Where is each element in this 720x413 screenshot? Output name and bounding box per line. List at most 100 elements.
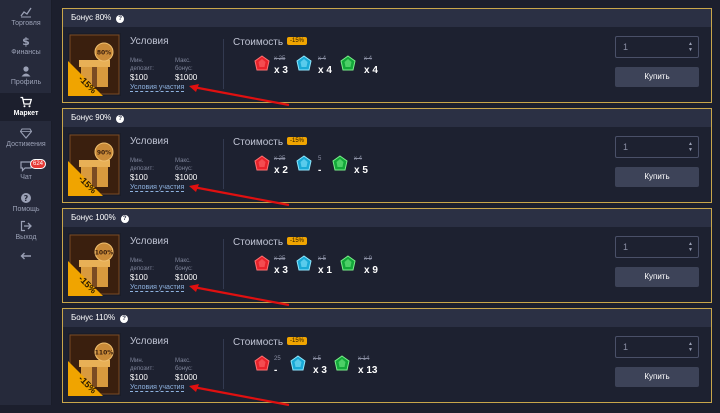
sidebar-item-chat[interactable]: 624 Чат <box>0 159 52 184</box>
chart-line-icon <box>20 7 32 18</box>
card-header: Бонус 90%? <box>63 109 711 127</box>
sidebar-item-achievements[interactable]: Достижения <box>0 127 52 151</box>
emerald-gem-icon <box>333 355 351 373</box>
ruby-gem-icon <box>253 355 271 373</box>
card-title: Бонус 90% <box>71 113 112 122</box>
cost-discount-badge: -15% <box>287 237 308 245</box>
quantity-stepper[interactable]: 1 ▲ ▼ <box>615 336 699 358</box>
min-deposit-value: $100 <box>130 173 148 182</box>
sapphire-gem-icon <box>295 55 313 73</box>
emerald-gem-icon <box>339 55 357 73</box>
arrow-left-icon <box>20 252 31 260</box>
gem-price: x 4 <box>318 65 332 76</box>
buy-button[interactable]: Купить <box>615 267 699 287</box>
ruby-gem-icon <box>253 155 271 173</box>
stepper-arrows-icon[interactable]: ▲ ▼ <box>688 41 693 53</box>
bonus-card: Бонус 90%? 90% -15% Условия Мин. депозит: М… <box>62 108 712 207</box>
participation-terms-link[interactable]: Условия участия <box>130 284 185 292</box>
max-bonus-label: Макс. бонус: <box>175 58 193 72</box>
participation-terms-link[interactable]: Условия участия <box>130 184 185 192</box>
cost-discount-badge: -15% <box>287 37 308 45</box>
old-gem-price: x 5 <box>313 356 322 362</box>
quantity-value: 1 <box>623 242 629 252</box>
emerald-gem-icon <box>339 255 357 273</box>
sidebar-item-logout[interactable]: Выход <box>0 220 52 244</box>
old-gem-price: x 25 <box>274 56 286 62</box>
sidebar-item-label: Выход <box>15 234 37 241</box>
collapse-sidebar-button[interactable] <box>0 250 52 264</box>
gem-price: x 3 <box>274 265 288 276</box>
sidebar-item-finance[interactable]: $ Финансы <box>0 35 52 59</box>
old-gem-price: x 5 <box>318 256 327 262</box>
max-bonus-value: $1000 <box>175 73 198 82</box>
conditions-title: Условия <box>130 136 169 147</box>
quantity-stepper[interactable]: 1 ▲ ▼ <box>615 136 699 158</box>
svg-text:$: $ <box>22 35 30 47</box>
quantity-stepper[interactable]: 1 ▲ ▼ <box>615 36 699 58</box>
help-icon[interactable]: ? <box>120 315 129 323</box>
emerald-gem-icon <box>331 155 349 173</box>
stepper-arrows-icon[interactable]: ▲ ▼ <box>688 141 693 153</box>
help-icon[interactable]: ? <box>120 215 129 223</box>
gem-price: - <box>274 365 278 376</box>
gem-price: x 13 <box>358 365 378 376</box>
gem-price: x 3 <box>313 365 327 376</box>
max-bonus-label: Макс. бонус: <box>175 258 193 272</box>
bonus-gift-image: 80% -15% <box>68 33 121 96</box>
participation-terms-link[interactable]: Условия участия <box>130 384 185 392</box>
min-deposit-label: Мин. депозит: <box>130 58 154 72</box>
sidebar-item-trading[interactable]: Торговля <box>0 6 52 30</box>
old-gem-price: x 25 <box>274 256 286 262</box>
gem-price: x 4 <box>364 65 378 76</box>
ruby-gem-icon <box>253 55 271 73</box>
cart-icon <box>20 96 32 108</box>
sidebar-item-label: Маркет <box>13 110 39 117</box>
old-gem-price: x 4 <box>364 56 373 62</box>
conditions-title: Условия <box>130 236 169 247</box>
quantity-value: 1 <box>623 142 629 152</box>
bonus-percent-badge: 100% <box>95 250 114 257</box>
help-icon[interactable]: ? <box>116 15 125 23</box>
old-gem-price: x 9 <box>364 256 373 262</box>
min-deposit-value: $100 <box>130 73 148 82</box>
quantity-value: 1 <box>623 42 629 52</box>
gem-price: x 5 <box>354 165 368 176</box>
sidebar-item-label: Достижения <box>6 141 46 148</box>
max-bonus-value: $1000 <box>175 373 198 382</box>
help-icon[interactable]: ? <box>116 115 125 123</box>
card-header: Бонус 110%? <box>63 309 711 327</box>
card-header: Бонус 100%? <box>63 209 711 227</box>
stepper-arrows-icon[interactable]: ▲ ▼ <box>688 341 693 353</box>
buy-button[interactable]: Купить <box>615 67 699 87</box>
min-deposit-value: $100 <box>130 273 148 282</box>
sapphire-gem-icon <box>289 355 307 373</box>
gem-price: x 3 <box>274 65 288 76</box>
dollar-icon: $ <box>22 35 30 47</box>
sidebar-item-profile[interactable]: Профиль <box>0 65 52 89</box>
gem-price: - <box>318 165 322 176</box>
sidebar-item-help[interactable]: ? Помощь <box>0 192 52 216</box>
sidebar-item-market[interactable]: Маркет <box>0 93 52 121</box>
svg-text:?: ? <box>24 194 29 203</box>
quantity-value: 1 <box>623 342 629 352</box>
divider <box>223 339 224 389</box>
quantity-stepper[interactable]: 1 ▲ ▼ <box>615 236 699 258</box>
stepper-arrows-icon[interactable]: ▲ ▼ <box>688 241 693 253</box>
sapphire-gem-icon <box>295 255 313 273</box>
card-title: Бонус 80% <box>71 13 112 22</box>
ruby-gem-icon <box>253 255 271 273</box>
buy-button[interactable]: Купить <box>615 367 699 387</box>
gem-price: x 1 <box>318 265 332 276</box>
cost-title: Стоимость <box>233 37 284 48</box>
sidebar-item-label: Чат <box>20 174 32 181</box>
sidebar-item-label: Профиль <box>10 79 42 86</box>
diamond-icon <box>20 128 32 139</box>
bonus-gift-image: 90% -15% <box>68 133 121 196</box>
buy-button[interactable]: Купить <box>615 167 699 187</box>
chat-badge: 624 <box>30 159 47 169</box>
min-deposit-label: Мин. депозит: <box>130 158 154 172</box>
participation-terms-link[interactable]: Условия участия <box>130 84 185 92</box>
old-gem-price: x 14 <box>358 356 370 362</box>
old-gem-price: x 4 <box>354 156 363 162</box>
max-bonus-value: $1000 <box>175 173 198 182</box>
